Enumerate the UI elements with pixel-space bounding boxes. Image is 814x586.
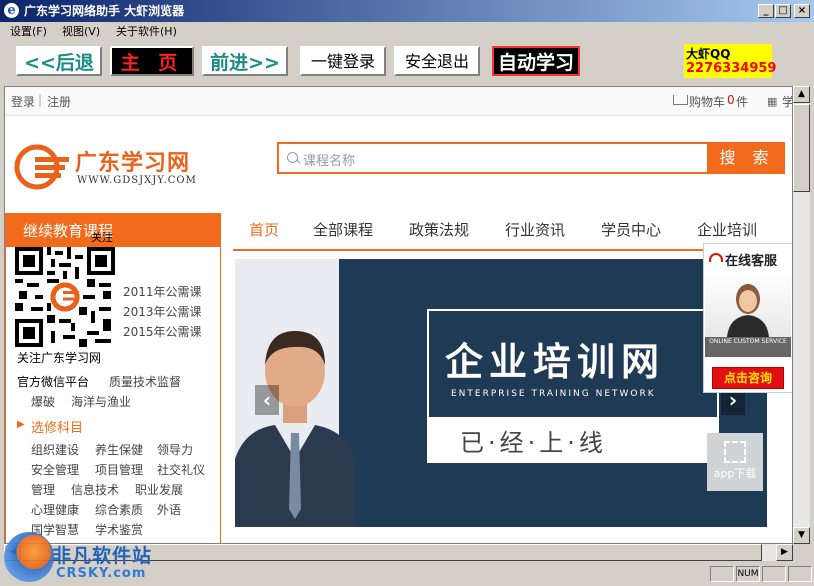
elective-link[interactable]: 职业发展 <box>135 481 183 498</box>
search-icon <box>287 152 298 163</box>
elective-link[interactable]: 学术鉴赏 <box>95 521 143 538</box>
grid-icon: ▦ <box>767 95 778 108</box>
watermark-en: CRSKY.com <box>56 566 147 581</box>
elective-bullet-icon: ▶ <box>17 419 25 430</box>
ie-icon: e <box>4 3 19 18</box>
qr-code-image <box>15 247 115 347</box>
qq-number: 2276334959 <box>686 61 777 76</box>
auto-study-button[interactable]: 自动学习 <box>492 46 580 76</box>
qr-scan-icon <box>724 441 746 463</box>
logo-name[interactable]: 广东学习网 <box>75 145 190 177</box>
cart-icon <box>673 95 688 105</box>
qr-caption: 关注 <box>91 231 113 244</box>
scroll-right-button[interactable]: ▶ <box>776 544 793 561</box>
service-strip: ONLINE CUSTOM SERVICE <box>705 337 791 357</box>
menu-view[interactable]: 视图(V) <box>62 24 100 40</box>
forward-button[interactable]: 前进>> <box>202 46 288 76</box>
cart-count: 0 <box>727 93 735 107</box>
sidebar-link-ocean[interactable]: 海洋与渔业 <box>71 393 131 410</box>
status-cell-empty <box>710 566 734 582</box>
crsky-logo-icon <box>4 532 54 582</box>
elective-link[interactable]: 综合素质 <box>95 501 143 518</box>
menu-settings[interactable]: 设置(F) <box>10 24 47 40</box>
window-title: 广东学习网络助手 大虾浏览器 <box>24 4 185 18</box>
banner-prev-button[interactable]: ‹ <box>255 385 279 415</box>
logo-url: WWW.GDSJXJY.COM <box>77 175 197 186</box>
one-click-login-button[interactable]: 一键登录 <box>300 46 386 76</box>
vertical-scroll-thumb[interactable] <box>793 104 810 192</box>
scroll-down-button[interactable]: ▼ <box>793 527 810 544</box>
login-link[interactable]: 登录 <box>11 93 35 110</box>
year-link-2015[interactable]: 2015年公需课 <box>123 323 202 340</box>
wechat-platform-text: 官方微信平台 <box>17 375 90 389</box>
browser-viewport: 登录 | 注册 购物车 0 件 ▦ 学 广东学习网 WWW.GDSJXJY.CO… <box>4 86 793 544</box>
elective-link[interactable]: 领导力 <box>157 441 193 458</box>
qr-follow-text: 关注广东学习网 <box>17 351 102 365</box>
nav-home[interactable]: 首页 <box>249 219 279 240</box>
elective-title: 选修科目 <box>31 421 84 436</box>
qq-label: 大虾QQ <box>686 47 731 61</box>
sidebar-link-quality[interactable]: 质量技术监督 <box>109 373 181 390</box>
logo-icon <box>14 144 69 190</box>
home-button[interactable]: 主 页 <box>110 46 194 76</box>
scroll-up-button[interactable]: ▲ <box>793 86 810 103</box>
app-download-label: app下载 <box>713 467 757 480</box>
elective-link[interactable]: 养生保健 <box>95 441 143 458</box>
sidebar-link-blasting[interactable]: 爆破 <box>31 393 55 410</box>
banner-title: 企业培训网 <box>445 340 666 384</box>
elective-link[interactable]: 管理 <box>31 481 55 498</box>
close-button[interactable]: × <box>794 4 810 18</box>
minimize-button[interactable]: _ <box>758 4 774 18</box>
watermark-cn: 非凡软件站 <box>52 545 153 567</box>
elective-link[interactable]: 信息技术 <box>71 481 119 498</box>
banner-tagline: 已·经·上·线 <box>460 429 607 457</box>
online-service-title: 在线客服 <box>725 254 778 269</box>
businessman-photo <box>235 331 355 527</box>
elective-link[interactable]: 项目管理 <box>95 461 143 478</box>
nav-policies[interactable]: 政策法规 <box>409 219 469 240</box>
status-cell-empty <box>788 566 812 582</box>
year-link-2013[interactable]: 2013年公需课 <box>123 303 202 320</box>
logout-button[interactable]: 安全退出 <box>394 46 480 76</box>
study-link[interactable]: 学 <box>782 93 792 110</box>
status-num: NUM <box>736 566 760 582</box>
nav-enterprise-training[interactable]: 企业培训 <box>697 219 757 240</box>
nav-all-courses[interactable]: 全部课程 <box>313 219 373 240</box>
cart-link[interactable]: 购物车 <box>689 93 725 110</box>
nav-industry-news[interactable]: 行业资讯 <box>505 219 565 240</box>
elective-link[interactable]: 外语 <box>157 501 181 518</box>
service-agent-avatar <box>727 284 769 337</box>
elective-link[interactable]: 组织建设 <box>31 441 79 458</box>
register-link[interactable]: 注册 <box>47 93 71 110</box>
nav-student-center[interactable]: 学员中心 <box>601 219 661 240</box>
banner-subtitle: ENTERPRISE TRAINING NETWORK <box>451 389 656 399</box>
elective-link[interactable]: 社交礼仪 <box>157 461 205 478</box>
back-button[interactable]: <<后退 <box>16 46 102 76</box>
search-placeholder: 课程名称 <box>303 154 356 169</box>
app-download-button[interactable]: app下载 <box>707 433 763 491</box>
elective-link[interactable]: 安全管理 <box>31 461 79 478</box>
year-link-2011[interactable]: 2011年公需课 <box>123 283 202 300</box>
cart-unit: 件 <box>736 95 749 109</box>
elective-link[interactable]: 心理健康 <box>31 501 79 518</box>
topbar-separator: | <box>38 93 43 107</box>
maximize-button[interactable]: □ <box>775 4 791 18</box>
consult-button[interactable]: 点击咨询 <box>712 367 784 389</box>
menu-about[interactable]: 关于软件(H) <box>116 24 177 40</box>
search-button[interactable]: 搜 索 <box>709 142 785 174</box>
status-cell-empty <box>762 566 786 582</box>
headset-icon <box>709 253 723 262</box>
